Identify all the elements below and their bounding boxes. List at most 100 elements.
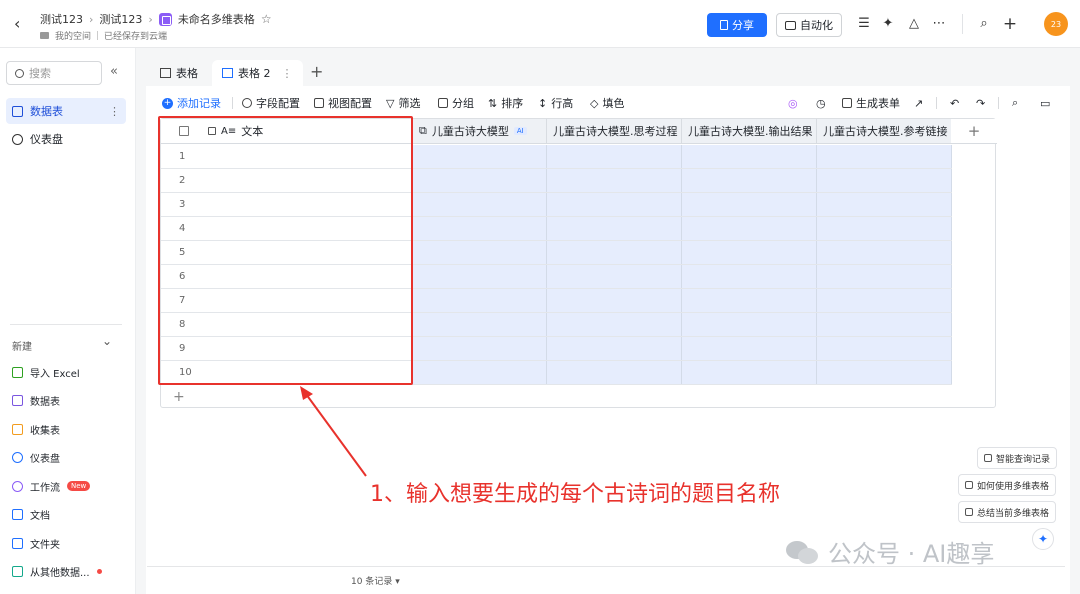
fill-color-button[interactable]: ◇ 填色	[590, 92, 624, 114]
tab-table-1[interactable]: 表格	[150, 60, 208, 86]
new-item-label: 数据表	[30, 396, 60, 408]
avatar[interactable]: 23	[1044, 12, 1068, 36]
column-title: 儿童古诗大模型.思考过程	[553, 125, 678, 138]
folder-icon	[12, 537, 23, 549]
document-icon[interactable]: ☰	[856, 16, 872, 32]
back-arrow-icon[interactable]: ‹	[14, 14, 32, 34]
new-folder[interactable]: 文件夹	[12, 534, 60, 552]
bell-icon[interactable]: △	[906, 16, 922, 32]
automation-label: 自动化	[800, 19, 833, 32]
space-link[interactable]: 我的空间	[55, 29, 91, 42]
collapse-sidebar-icon[interactable]: «	[110, 64, 118, 79]
chevron-right-icon: ›	[148, 12, 153, 26]
add-tab-icon[interactable]: +	[310, 62, 323, 81]
generate-form-button[interactable]: 生成表单	[842, 92, 900, 114]
data-source-icon	[12, 565, 23, 577]
folder-icon	[40, 32, 49, 39]
how-to-use-button[interactable]: 如何使用多维表格	[958, 474, 1057, 496]
column-header-ai-model[interactable]: ⧉ 儿童古诗大模型 AI	[413, 119, 547, 144]
new-import-excel[interactable]: 导入 Excel	[12, 363, 80, 381]
output-column-cells[interactable]	[682, 145, 817, 385]
divider	[998, 97, 999, 109]
paint-bucket-icon: ◇	[590, 96, 599, 110]
top-bar: ‹ 测试123 › 测试123 › 未命名多维表格 ☆ 我的空间 已经保存到云端…	[0, 0, 1080, 48]
sidebar-item-dashboard[interactable]: 仪表盘	[6, 126, 126, 152]
form-icon	[12, 423, 23, 435]
add-icon[interactable]: +	[1002, 16, 1018, 33]
view-config-label: 视图配置	[328, 97, 372, 110]
reference-column-cells[interactable]	[817, 145, 952, 385]
new-from-other-data[interactable]: 从其他数据...	[12, 562, 102, 580]
filter-button[interactable]: ▽ 筛选	[386, 92, 420, 114]
grid-icon	[160, 68, 171, 78]
dashboard-icon	[12, 451, 23, 463]
sort-button[interactable]: ⇅ 排序	[488, 92, 523, 114]
caret-down-icon: ▾	[395, 577, 400, 587]
smart-query-button[interactable]: 智能查询记录	[977, 447, 1058, 469]
record-count[interactable]: 10 条记录 ▾	[351, 574, 400, 587]
sidebar-item-datatable[interactable]: 数据表 ⋮	[6, 98, 126, 124]
chevron-down-icon[interactable]: ⌄	[102, 334, 112, 348]
notification-dot	[96, 568, 102, 574]
plugin-icon[interactable]: ✦	[880, 16, 896, 32]
group-label: 分组	[452, 97, 474, 110]
new-item-label: 文件夹	[30, 539, 60, 551]
save-status: 已经保存到云端	[104, 32, 168, 42]
ai-assistant-icon[interactable]: ◎	[788, 92, 798, 114]
breadcrumb-item[interactable]: 测试123	[40, 11, 83, 27]
divider	[97, 31, 99, 40]
breadcrumb-item[interactable]: 测试123	[99, 11, 142, 27]
robot-icon	[785, 20, 796, 30]
tab-label: 表格	[176, 67, 198, 80]
search-records-icon[interactable]: ⌕	[1012, 92, 1018, 114]
new-dashboard[interactable]: 仪表盘	[12, 448, 60, 466]
comment-icon[interactable]: ▭	[1040, 92, 1050, 114]
column-header-reference[interactable]: 儿童古诗大模型.参考链接	[817, 119, 952, 144]
query-icon	[984, 454, 992, 462]
undo-icon[interactable]: ↶	[950, 92, 959, 114]
fill-color-label: 填色	[602, 97, 625, 110]
share-button[interactable]: 分享	[707, 13, 767, 37]
summarize-button[interactable]: 总结当前多维表格	[958, 501, 1057, 523]
new-document[interactable]: 文档	[12, 505, 50, 523]
more-icon[interactable]: ⋯	[931, 16, 947, 32]
automation-button[interactable]: 自动化	[776, 13, 842, 37]
group-button[interactable]: 分组	[438, 92, 474, 114]
dashboard-icon	[12, 133, 23, 145]
workflow-icon	[12, 480, 23, 492]
more-vertical-icon[interactable]: ⋮	[282, 67, 293, 80]
wechat-icon	[786, 539, 820, 565]
add-row-icon[interactable]: +	[173, 389, 185, 405]
search-icon[interactable]: ⌕	[976, 16, 992, 32]
row-height-button[interactable]: ↕ 行高	[538, 92, 573, 114]
table-tabs: 表格 表格 2 ⋮ +	[136, 48, 1080, 86]
new-workflow[interactable]: 工作流 New	[12, 477, 91, 495]
ai-column-cells[interactable]	[413, 145, 547, 385]
history-icon[interactable]: ◷	[816, 92, 826, 114]
sidebar: 搜索 « 数据表 ⋮ 仪表盘 新建 ⌄ 导入 Excel 数据表 收集表 仪表盘…	[0, 48, 136, 594]
ai-sparkle-icon[interactable]: ✦	[1032, 528, 1054, 550]
thinking-column-cells[interactable]	[547, 145, 682, 385]
share-view-icon[interactable]: ↗	[914, 92, 923, 114]
column-header-output[interactable]: 儿童古诗大模型.输出结果	[682, 119, 817, 144]
more-vertical-icon[interactable]: ⋮	[109, 105, 120, 118]
smart-query-label: 智能查询记录	[996, 454, 1051, 465]
view-icon	[314, 98, 324, 108]
base-doc-icon	[158, 12, 172, 26]
new-item-label: 收集表	[30, 425, 60, 437]
summarize-label: 总结当前多维表格	[977, 508, 1050, 519]
field-config-button[interactable]: 字段配置	[242, 92, 300, 114]
tab-table-2[interactable]: 表格 2 ⋮	[212, 60, 303, 86]
search-input[interactable]: 搜索	[6, 61, 102, 85]
redo-icon[interactable]: ↷	[976, 92, 985, 114]
view-config-button[interactable]: 视图配置	[314, 92, 372, 114]
star-icon[interactable]: ☆	[261, 12, 272, 26]
add-column-icon[interactable]: +	[951, 119, 997, 144]
doc-title[interactable]: 未命名多维表格	[178, 11, 255, 27]
column-header-thinking[interactable]: 儿童古诗大模型.思考过程	[547, 119, 682, 144]
add-record-button[interactable]: + 添加记录	[162, 92, 221, 114]
new-form[interactable]: 收集表	[12, 420, 60, 438]
new-datatable[interactable]: 数据表	[12, 391, 60, 409]
new-item-label: 仪表盘	[30, 453, 60, 465]
annotation-highlight-box	[158, 116, 413, 385]
